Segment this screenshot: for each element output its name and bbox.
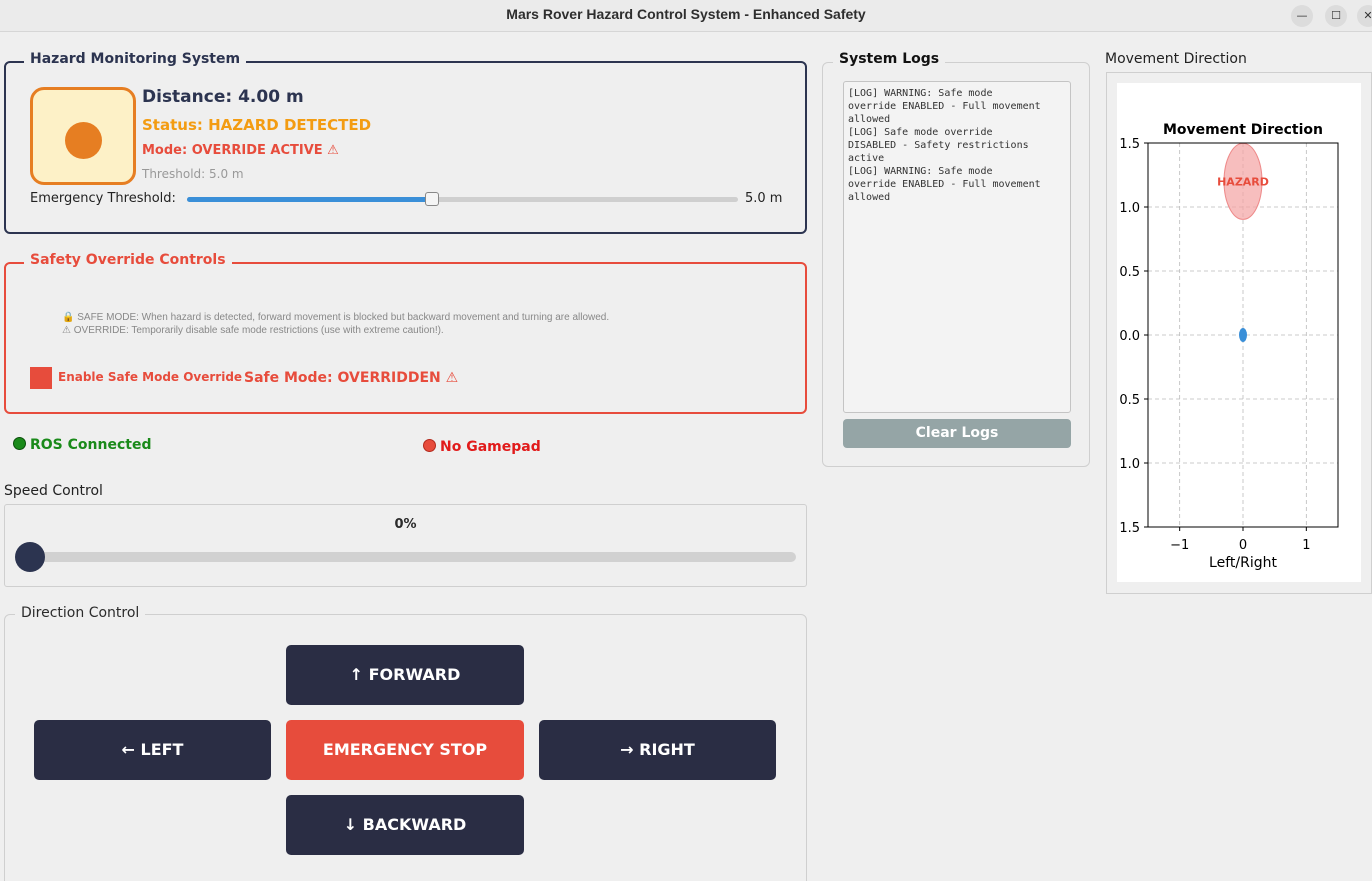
window-title: Mars Rover Hazard Control System - Enhan… xyxy=(506,6,866,22)
hazard-status: Status: HAZARD DETECTED xyxy=(142,116,372,134)
emergency-stop-button[interactable]: EMERGENCY STOP xyxy=(286,720,524,780)
logs-group-title: System Logs xyxy=(833,51,946,67)
y-tick-label: 0.5 xyxy=(1119,393,1140,408)
x-axis-label: Left/Right xyxy=(1209,555,1277,571)
hazard-dot-icon xyxy=(65,122,102,159)
safety-group-title: Safety Override Controls xyxy=(24,252,232,268)
y-tick-label: 0.5 xyxy=(1119,265,1140,280)
x-tick-label: −1 xyxy=(1170,538,1189,553)
system-logs-group: System Logs [LOG] WARNING: Safe mode ove… xyxy=(822,51,1090,467)
y-tick-label: 1.5 xyxy=(1119,521,1140,536)
rover-position-point xyxy=(1239,328,1247,342)
close-icon[interactable]: ✕ xyxy=(1357,5,1372,27)
gamepad-status-led-icon xyxy=(423,439,436,452)
log-output[interactable]: [LOG] WARNING: Safe mode override ENABLE… xyxy=(843,81,1071,413)
maximize-icon[interactable]: ☐ xyxy=(1325,5,1347,27)
y-tick-label: 1.0 xyxy=(1119,201,1140,216)
gamepad-status: No Gamepad xyxy=(423,439,541,455)
clear-logs-button[interactable]: Clear Logs xyxy=(843,419,1071,448)
speed-slider-handle[interactable] xyxy=(15,542,45,572)
plot-panel-label: Movement Direction xyxy=(1105,51,1247,67)
x-tick-label: 1 xyxy=(1302,538,1310,553)
speed-slider[interactable] xyxy=(19,552,796,562)
threshold-slider-handle[interactable] xyxy=(425,192,440,206)
gamepad-status-label: No Gamepad xyxy=(440,439,541,455)
hazard-group-title: Hazard Monitoring System xyxy=(24,51,247,67)
threshold-readout: Threshold: 5.0 m xyxy=(142,167,244,181)
speed-control-panel: 0% xyxy=(4,504,807,587)
movement-chart-svg: Movement Direction HAZARD −1 0 1 1.5 1.0 0.5 0.0… xyxy=(1119,122,1339,571)
direction-control-panel: Direction Control ↑ FORWARD ← LEFT EMERG… xyxy=(4,605,807,881)
threshold-slider-fill xyxy=(187,197,433,202)
window-titlebar: Mars Rover Hazard Control System - Enhan… xyxy=(0,0,1372,32)
override-checkbox-label[interactable]: Enable Safe Mode Override xyxy=(58,370,242,384)
safe-mode-info: 🔒 SAFE MODE: When hazard is detected, fo… xyxy=(62,312,610,323)
y-tick-label: 1.0 xyxy=(1119,457,1140,472)
hazard-indicator-icon xyxy=(30,87,136,185)
safe-mode-status: Safe Mode: OVERRIDDEN ⚠ xyxy=(244,370,459,386)
left-button[interactable]: ← LEFT xyxy=(34,720,271,780)
hazard-zone-label: HAZARD xyxy=(1217,175,1269,188)
x-tick-label: 0 xyxy=(1239,538,1247,553)
distance-readout: Distance: 4.00 m xyxy=(142,87,304,107)
right-button[interactable]: → RIGHT xyxy=(539,720,776,780)
mode-status: Mode: OVERRIDE ACTIVE ⚠ xyxy=(142,143,339,158)
hazard-monitoring-group: Hazard Monitoring System Distance: 4.00 … xyxy=(4,51,807,234)
forward-button[interactable]: ↑ FORWARD xyxy=(286,645,524,705)
y-tick-label: 1.5 xyxy=(1119,137,1140,152)
speed-percent: 0% xyxy=(394,517,417,532)
speed-control-label: Speed Control xyxy=(4,483,103,499)
ros-status: ROS Connected xyxy=(13,437,151,453)
chart-title: Movement Direction xyxy=(1163,122,1323,138)
override-checkbox[interactable] xyxy=(30,367,52,389)
direction-control-label: Direction Control xyxy=(15,605,146,621)
threshold-label: Emergency Threshold: xyxy=(30,191,176,206)
backward-button[interactable]: ↓ BACKWARD xyxy=(286,795,524,855)
override-info: ⚠ OVERRIDE: Temporarily disable safe mod… xyxy=(62,325,444,336)
threshold-value: 5.0 m xyxy=(745,191,783,206)
y-tick-label: 0.0 xyxy=(1119,329,1140,344)
ros-status-led-icon xyxy=(13,437,26,450)
movement-plot: Movement Direction HAZARD −1 0 1 1.5 1.0 0.5 0.0… xyxy=(1117,83,1361,582)
threshold-slider[interactable] xyxy=(187,192,738,206)
minimize-icon[interactable]: — xyxy=(1291,5,1313,27)
ros-status-label: ROS Connected xyxy=(30,437,152,453)
safety-override-group: Safety Override Controls 🔒 SAFE MODE: Wh… xyxy=(4,252,807,414)
